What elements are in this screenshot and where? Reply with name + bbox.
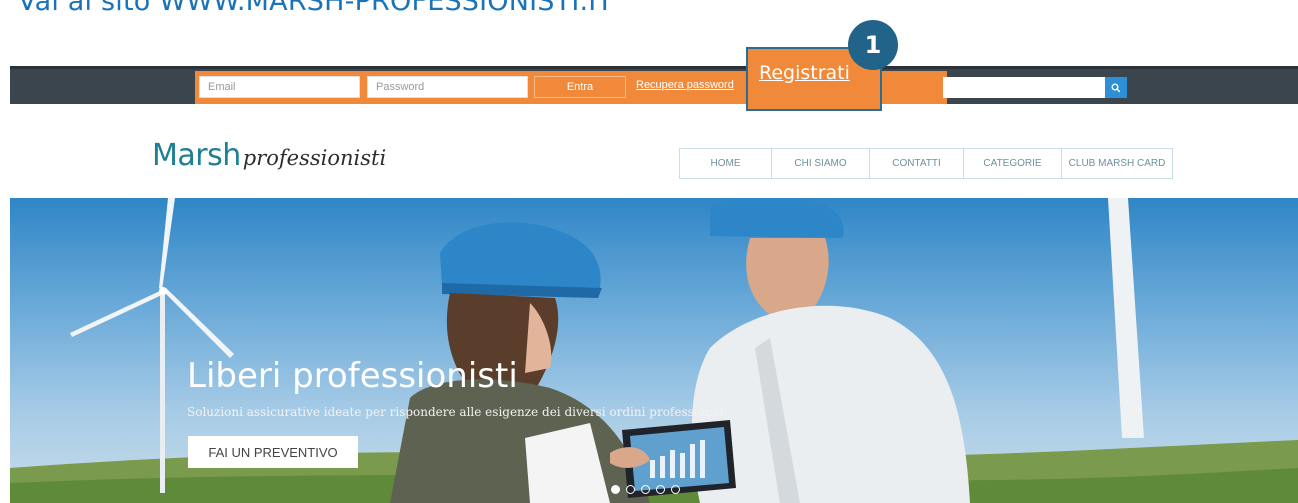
registrati-link[interactable]: Registrati xyxy=(759,62,850,84)
search-input[interactable] xyxy=(943,77,1105,98)
search-button[interactable] xyxy=(1105,77,1127,98)
nav-chi-siamo[interactable]: CHI SIAMO xyxy=(772,149,870,178)
carousel-dot-2[interactable] xyxy=(626,485,635,494)
step-callout-badge: 1 xyxy=(848,20,898,70)
carousel-dot-5[interactable] xyxy=(671,485,680,494)
email-field[interactable] xyxy=(199,76,360,98)
carousel-dot-3[interactable] xyxy=(641,485,650,494)
carousel-dot-4[interactable] xyxy=(656,485,665,494)
hero-subtitle: Soluzioni assicurative ideate per rispon… xyxy=(187,405,732,419)
password-input[interactable] xyxy=(376,77,519,97)
password-field[interactable] xyxy=(367,76,528,98)
hero-title: Liberi professionisti xyxy=(187,356,518,396)
nav-club-marsh-card[interactable]: CLUB MARSH CARD xyxy=(1062,149,1172,178)
carousel-dots xyxy=(611,485,680,494)
carousel-dot-1[interactable] xyxy=(611,485,620,494)
recupera-password-link[interactable]: Recupera password xyxy=(636,79,734,91)
fai-un-preventivo-button[interactable]: FAI UN PREVENTIVO xyxy=(188,436,358,468)
nav-home[interactable]: HOME xyxy=(680,149,772,178)
logo-sub-text: professionisti xyxy=(242,146,387,170)
search-icon xyxy=(1111,83,1121,92)
marsh-logo[interactable]: Marshprofessionisti xyxy=(152,138,386,173)
logo-main-text: Marsh xyxy=(152,138,241,173)
instruction-heading: Vai al sito WWW.MARSH-PROFESSIONISTI.IT xyxy=(18,0,614,17)
nav-contatti[interactable]: CONTATTI xyxy=(870,149,964,178)
main-nav: HOME CHI SIAMO CONTATTI CATEGORIE CLUB M… xyxy=(679,148,1173,179)
entra-button[interactable]: Entra xyxy=(534,76,626,98)
nav-categorie[interactable]: CATEGORIE xyxy=(964,149,1062,178)
email-input[interactable] xyxy=(208,77,351,97)
